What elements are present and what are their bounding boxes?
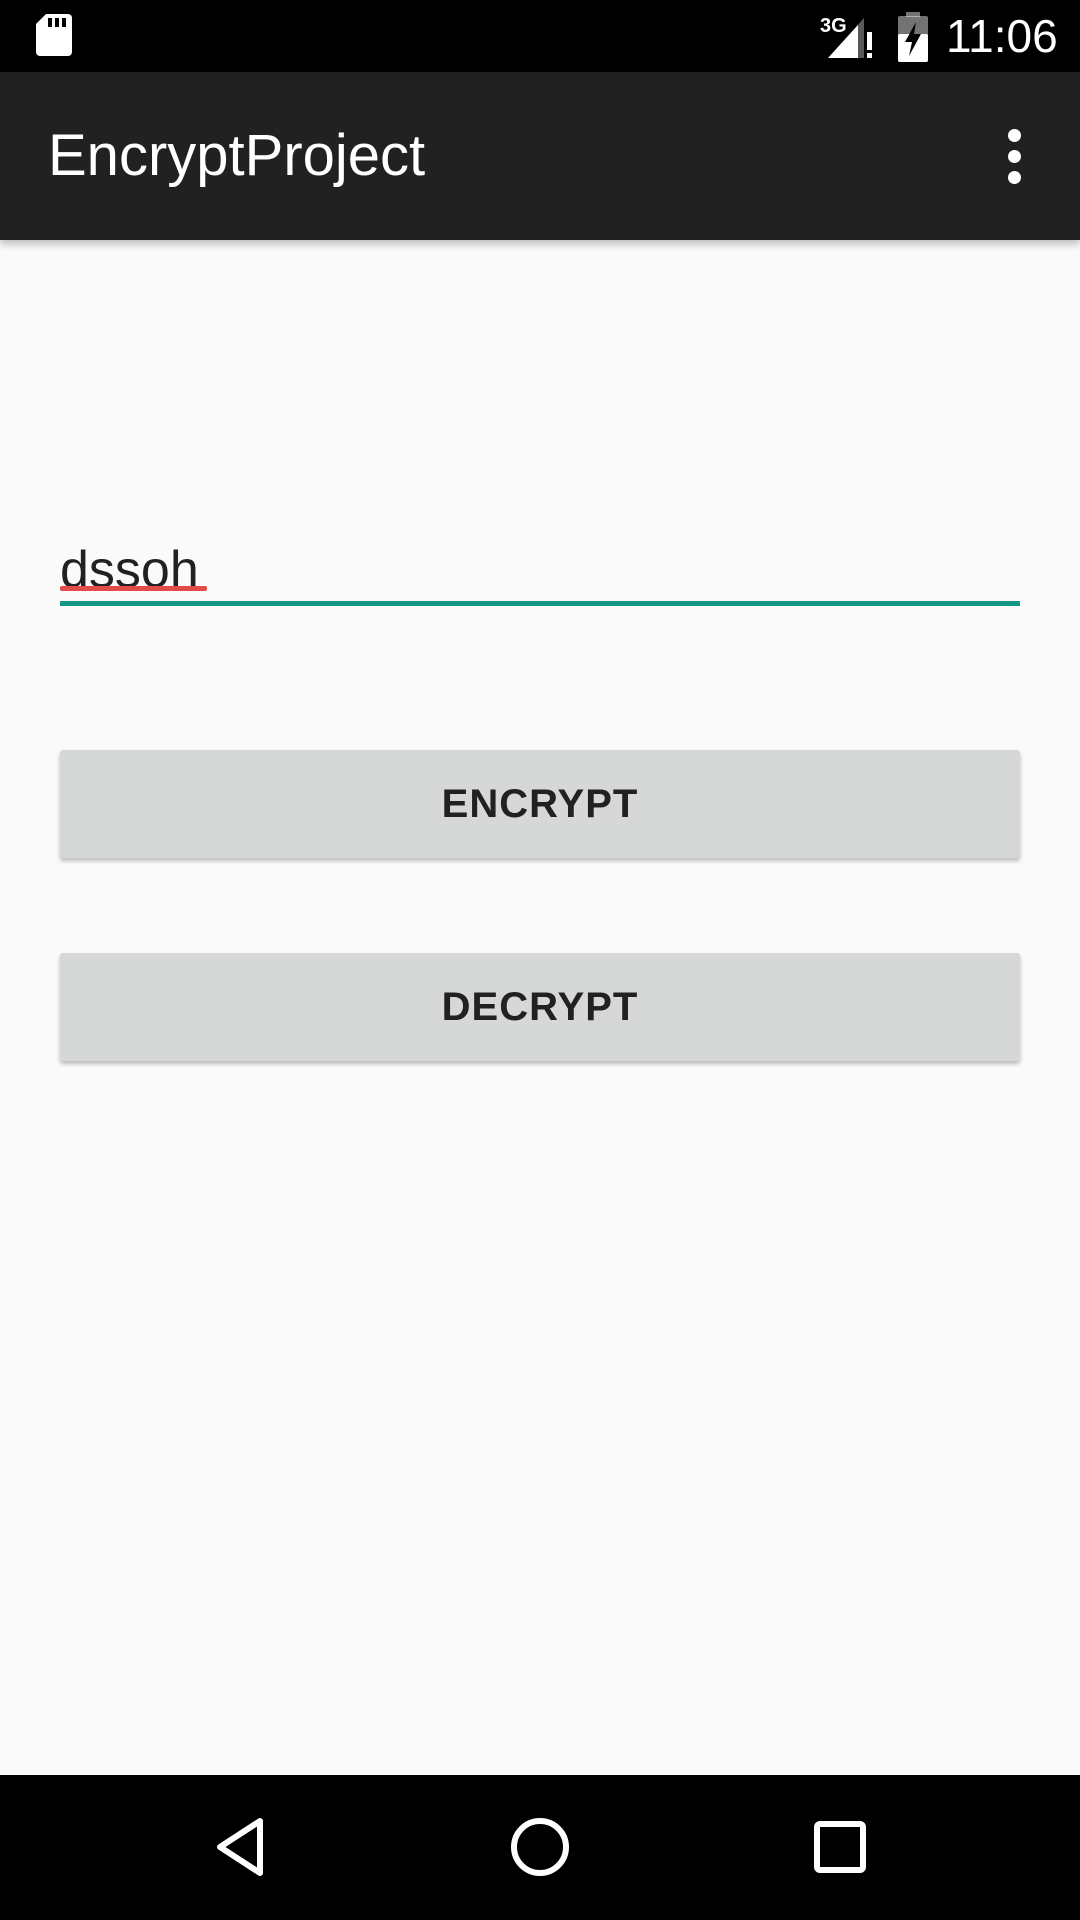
text-input-value[interactable]: dssoh — [60, 530, 199, 610]
back-icon[interactable] — [190, 1797, 290, 1897]
recents-icon[interactable] — [790, 1797, 890, 1897]
status-clock: 11:06 — [946, 10, 1058, 62]
encrypt-button[interactable]: ENCRYPT — [60, 750, 1020, 858]
app-title: EncryptProject — [48, 123, 426, 188]
signal-icon: 3G — [820, 15, 872, 58]
status-bar: 3G 11:06 — [0, 0, 1080, 72]
svg-text:3G: 3G — [820, 15, 847, 37]
text-input-field[interactable]: dssoh — [60, 530, 1020, 610]
main-content: dssoh ENCRYPT DECRYPT — [0, 240, 1080, 1775]
app-toolbar: EncryptProject — [0, 72, 1080, 240]
more-vert-icon[interactable] — [984, 120, 1044, 192]
home-icon[interactable] — [490, 1797, 590, 1897]
spellcheck-underline — [60, 586, 207, 591]
navigation-bar — [0, 1775, 1080, 1920]
decrypt-button[interactable]: DECRYPT — [60, 953, 1020, 1061]
input-underline — [60, 601, 1020, 606]
battery-charging-icon — [898, 12, 928, 62]
sd-card-icon — [36, 14, 72, 56]
